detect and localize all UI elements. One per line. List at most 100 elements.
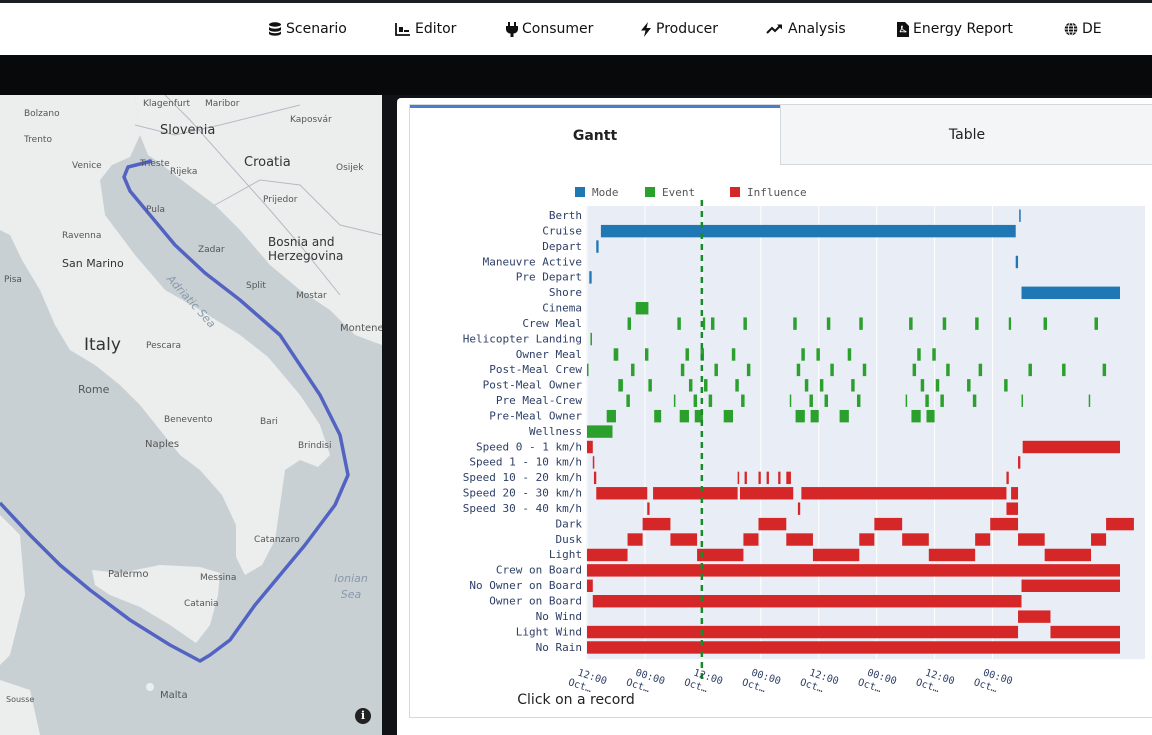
gantt-bar — [758, 471, 761, 485]
gantt-bar — [587, 440, 593, 454]
map-label: Croatia — [244, 155, 291, 170]
gantt-bar — [1106, 517, 1134, 531]
gantt-bar — [1018, 456, 1021, 469]
row-label: No Owner on Board — [469, 579, 582, 592]
map-label: Catanzaro — [254, 535, 300, 545]
gantt-bar — [940, 394, 944, 407]
results-panel: Gantt Table Mode Event Influence Berth Cruis… — [397, 98, 1152, 735]
route-map[interactable]: Klagenfurt Maribor Bolzano Trento Sloven… — [0, 95, 382, 735]
gantt-bar — [1008, 317, 1012, 330]
gantt-bar — [758, 517, 787, 531]
row-label: Owner on Board — [489, 595, 582, 608]
map-label: Kaposvár — [290, 115, 332, 125]
results-card: Gantt Table Mode Event Influence Berth Cruis… — [409, 104, 1152, 718]
gantt-bar — [839, 409, 849, 423]
nav-analysis-label: Analysis — [788, 21, 846, 37]
gantt-bar — [673, 394, 676, 407]
malta-land — [146, 683, 154, 691]
gantt-bar — [1021, 579, 1120, 592]
gantt-bar — [587, 548, 628, 562]
gantt-bar — [851, 379, 855, 392]
gantt-bar — [618, 379, 623, 392]
gantt-bar — [735, 379, 739, 392]
row-label: No Rain — [536, 641, 582, 654]
gantt-bar — [1006, 471, 1009, 485]
gantt-bar — [909, 317, 913, 330]
nav-energy-report[interactable]: Energy Report — [897, 3, 1013, 55]
gantt-bar — [626, 394, 630, 407]
gantt-bar — [642, 517, 671, 531]
nav-language-label: DE — [1082, 21, 1102, 37]
legend-label: Mode — [592, 186, 619, 199]
gantt-bar — [600, 224, 1016, 238]
map-label: Pisa — [4, 275, 22, 285]
gantt-bar — [746, 363, 751, 377]
row-label: Cinema — [542, 302, 582, 315]
map-label: Messina — [200, 573, 237, 583]
row-label: Speed 0 - 1 km/h — [476, 440, 582, 453]
legend-label: Influence — [747, 186, 807, 199]
gantt-bar — [801, 348, 805, 361]
nav-language[interactable]: DE — [1064, 3, 1102, 55]
row-label: Shore — [549, 286, 582, 299]
gantt-bar — [587, 625, 1019, 639]
gantt-bar — [935, 379, 940, 392]
row-label: Depart — [542, 240, 582, 253]
gantt-bar — [677, 317, 681, 330]
gantt-bar — [810, 409, 819, 423]
gantt-bar — [789, 394, 792, 407]
nav-analysis[interactable]: Analysis — [766, 3, 846, 55]
gantt-bar — [627, 533, 643, 546]
row-label: Light — [549, 548, 582, 561]
nav-editor[interactable]: Editor — [395, 3, 456, 55]
nav-producer-label: Producer — [656, 21, 719, 37]
gantt-bar — [926, 409, 935, 423]
row-label: Dusk — [556, 533, 583, 546]
gantt-bar — [592, 456, 595, 469]
map-label: Osijek — [336, 163, 364, 173]
gantt-bar — [928, 548, 976, 562]
gantt-bar — [688, 379, 693, 392]
map-label: Bolzano — [24, 109, 60, 119]
map-label: Mostar — [296, 291, 327, 301]
nav-scenario-label: Scenario — [286, 21, 347, 37]
legend-swatch — [730, 187, 740, 197]
map-label: Ravenna — [62, 231, 102, 241]
gantt-bar — [917, 348, 921, 361]
gantt-bar — [680, 363, 685, 377]
gantt-bar — [743, 317, 747, 330]
row-label: Pre-Meal Owner — [489, 409, 582, 422]
gantt-bar — [653, 487, 738, 500]
nav-consumer[interactable]: Consumer — [506, 3, 593, 55]
gantt-bar — [654, 409, 662, 423]
plug-icon — [506, 21, 518, 37]
gantt-bar — [592, 595, 1022, 608]
row-label: Wellness — [529, 425, 582, 438]
gantt-bar — [1091, 533, 1107, 546]
map-label: Palermo — [108, 569, 149, 580]
gantt-bar — [801, 487, 1007, 500]
row-label: Dark — [556, 517, 583, 530]
globe-icon — [1064, 22, 1078, 36]
gantt-bar — [1094, 317, 1098, 330]
trend-icon — [766, 24, 782, 34]
map-label: Klagenfurt — [143, 99, 190, 109]
gantt-bar — [946, 363, 950, 377]
gantt-bar — [606, 409, 616, 423]
gantt-bar — [778, 471, 781, 485]
nav-producer[interactable]: Producer — [640, 3, 718, 55]
map-label: Brindisi — [298, 441, 332, 451]
gantt-bar — [593, 471, 597, 485]
gantt-bar — [1004, 379, 1008, 392]
nav-scenario[interactable]: Scenario — [268, 3, 347, 55]
map-label: Bosnia and Herzegovina — [268, 235, 344, 263]
gantt-chart[interactable]: Mode Event Influence Berth Cruise Depart Maneu… — [410, 105, 1152, 719]
gantt-bar — [812, 548, 860, 562]
toolbar-band — [0, 55, 1152, 95]
gantt-bar — [627, 317, 632, 330]
map-label: Pula — [146, 205, 165, 215]
gantt-bar — [816, 348, 820, 361]
row-label: Maneuvre Active — [483, 255, 582, 268]
info-icon[interactable]: i — [355, 708, 371, 724]
legend-label: Event — [662, 186, 695, 199]
